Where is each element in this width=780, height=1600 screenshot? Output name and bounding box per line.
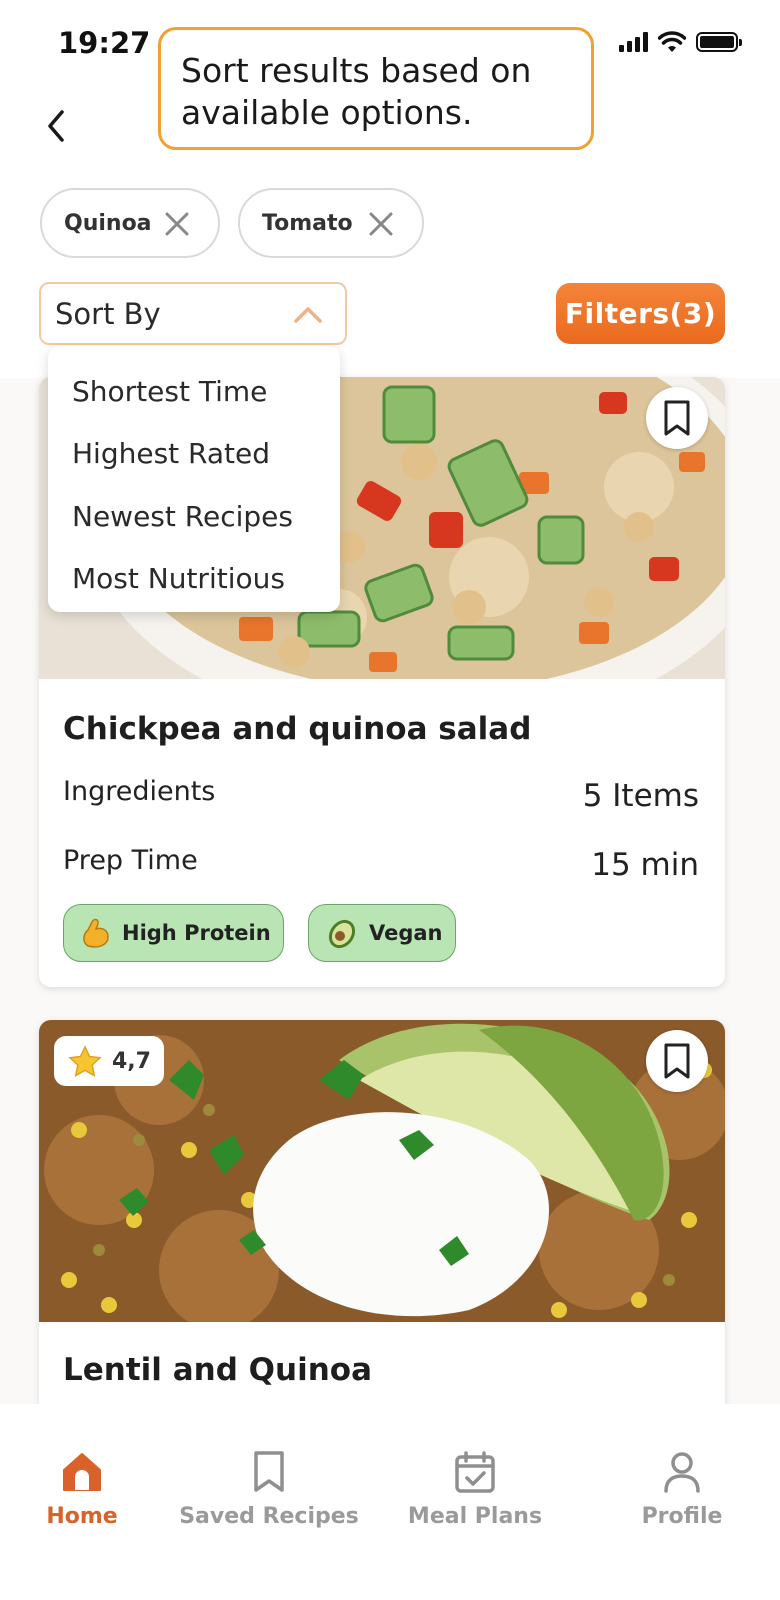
ingredients-value: 5 Items [582, 778, 699, 814]
nav-item-meal-plans[interactable]: Meal Plans [380, 1450, 570, 1529]
sort-option-highest-rated[interactable]: Highest Rated [48, 423, 340, 486]
wifi-icon [658, 31, 686, 52]
calendar-check-icon [455, 1451, 495, 1493]
tag-vegan: Vegan [308, 904, 456, 962]
rating-badge: 4,7 [54, 1036, 164, 1086]
sort-option-shortest-time[interactable]: Shortest Time [48, 360, 340, 423]
bookmark-icon [664, 400, 690, 436]
ingredients-label: Ingredients [63, 776, 216, 807]
nav-label: Meal Plans [407, 1504, 543, 1529]
status-time: 19:27 [58, 26, 151, 60]
back-button[interactable] [36, 104, 76, 148]
sort-by-label: Sort By [55, 296, 161, 331]
filter-chip-quinoa: Quinoa [40, 188, 220, 258]
signal-icon [619, 32, 648, 52]
person-icon [664, 1452, 700, 1493]
nav-label: Profile [641, 1504, 723, 1529]
nav-item-saved-recipes[interactable]: Saved Recipes [174, 1450, 364, 1529]
hint-tooltip: Sort results based on available options. [158, 27, 594, 150]
bookmark-icon [254, 1451, 284, 1492]
bookmark-button[interactable] [646, 387, 708, 449]
sort-option-newest-recipes[interactable]: Newest Recipes [48, 485, 340, 548]
tag-high-protein: High Protein [63, 904, 284, 962]
recipe-title: Chickpea and quinoa salad [63, 711, 532, 747]
nav-label: Saved Recipes [179, 1504, 359, 1529]
nav-label: Home [46, 1504, 118, 1529]
sort-option-most-nutritious[interactable]: Most Nutritious [48, 548, 340, 611]
nav-item-home[interactable]: Home [0, 1450, 177, 1529]
tag-label: High Protein [122, 921, 271, 945]
chip-label: Quinoa [64, 210, 152, 236]
chevron-up-icon [294, 307, 322, 323]
status-icons [619, 31, 742, 53]
close-icon[interactable] [164, 211, 190, 237]
battery-icon [696, 32, 742, 52]
avocado-icon [328, 919, 356, 949]
nav-item-profile[interactable]: Profile [587, 1450, 777, 1529]
prep-time-label: Prep Time [63, 845, 198, 876]
chip-label: Tomato [262, 210, 353, 236]
recipe-image: 4,7 [39, 1020, 725, 1322]
sort-by-dropdown[interactable]: Sort By [39, 282, 347, 345]
flexed-arm-icon [83, 918, 109, 948]
home-icon [63, 1453, 101, 1491]
rating-value: 4,7 [112, 1048, 151, 1074]
recipe-card[interactable]: 4,7 Lentil and Quinoa [39, 1020, 725, 1440]
star-icon [68, 1045, 102, 1077]
sort-options-menu: Shortest Time Highest Rated Newest Recip… [48, 346, 340, 612]
filters-button[interactable]: Filters(3) [556, 283, 725, 344]
filter-chip-tomato: Tomato [238, 188, 424, 258]
prep-time-value: 15 min [591, 847, 699, 883]
recipe-title: Lentil and Quinoa [63, 1352, 373, 1388]
chevron-left-icon [48, 110, 64, 142]
bookmark-icon [664, 1043, 690, 1079]
bookmark-button[interactable] [646, 1030, 708, 1092]
tag-label: Vegan [369, 921, 443, 945]
bottom-nav: Home Saved Recipes Meal Plans Profile [0, 1404, 780, 1600]
close-icon[interactable] [368, 211, 394, 237]
